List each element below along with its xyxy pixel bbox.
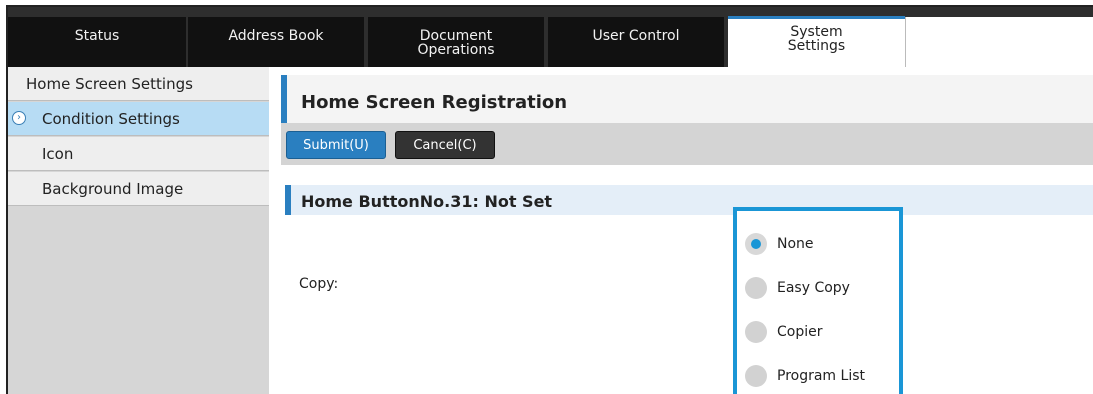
sidebar-item-condition-settings[interactable]: › Condition Settings <box>8 102 269 136</box>
section-header: Home ButtonNo.31: Not Set <box>285 185 1093 215</box>
radio-label: None <box>777 236 814 252</box>
page-header: Home Screen Registration <box>281 75 1093 125</box>
radio-option-copier[interactable]: Copier <box>745 319 823 345</box>
sidebar-item-background-image[interactable]: Background Image <box>8 172 269 206</box>
main-content: Home Screen Registration Submit(U) Cance… <box>269 67 1093 394</box>
tab-label: System Settings <box>787 24 846 54</box>
radio-label: Easy Copy <box>777 280 850 296</box>
tab-document-operations[interactable]: Document Operations <box>368 17 544 67</box>
radio-button[interactable] <box>745 365 767 387</box>
toolbar: Submit(U) Cancel(C) <box>281 123 1093 165</box>
sidebar-item-label: Background Image <box>42 179 184 198</box>
radio-option-none[interactable]: None <box>745 231 814 257</box>
sidebar-item-label: Condition Settings <box>42 109 180 128</box>
tab-user-control[interactable]: User Control <box>548 17 724 67</box>
app-window: Status Address Book Document Operations … <box>6 5 1093 394</box>
radio-button[interactable] <box>745 277 767 299</box>
radio-option-program-list[interactable]: Program List <box>745 363 865 389</box>
copy-options-highlight: None Easy Copy Copier Program List <box>733 207 903 394</box>
tab-system-settings[interactable]: System Settings <box>728 16 905 67</box>
radio-option-easy-copy[interactable]: Easy Copy <box>745 275 850 301</box>
page-title: Home Screen Registration <box>301 92 568 113</box>
submit-button[interactable]: Submit(U) <box>286 131 386 159</box>
cancel-button[interactable]: Cancel(C) <box>395 131 495 159</box>
copy-field-label: Copy: <box>299 276 339 292</box>
tab-label: User Control <box>592 28 680 44</box>
top-tab-bar: Status Address Book Document Operations … <box>8 7 1093 67</box>
tab-bar-filler <box>905 17 1093 67</box>
chevron-right-circle-icon: › <box>12 111 26 125</box>
tab-status[interactable]: Status <box>8 17 186 67</box>
tab-label: Address Book <box>228 28 324 44</box>
sidebar: Home Screen Settings › Condition Setting… <box>8 67 269 394</box>
tab-address-book[interactable]: Address Book <box>188 17 364 67</box>
radio-button[interactable] <box>745 321 767 343</box>
radio-button-checked[interactable] <box>745 233 767 255</box>
tab-label: Status <box>74 28 120 44</box>
section-title: Home ButtonNo.31: Not Set <box>301 192 553 211</box>
tab-label: Document Operations <box>417 28 495 58</box>
sidebar-item-icon[interactable]: Icon <box>8 137 269 171</box>
radio-label: Program List <box>777 368 865 384</box>
radio-label: Copier <box>777 324 823 340</box>
sidebar-item-label: Icon <box>42 144 74 163</box>
sidebar-item-home-screen-settings[interactable]: Home Screen Settings <box>8 67 269 101</box>
sidebar-item-label: Home Screen Settings <box>26 74 193 93</box>
